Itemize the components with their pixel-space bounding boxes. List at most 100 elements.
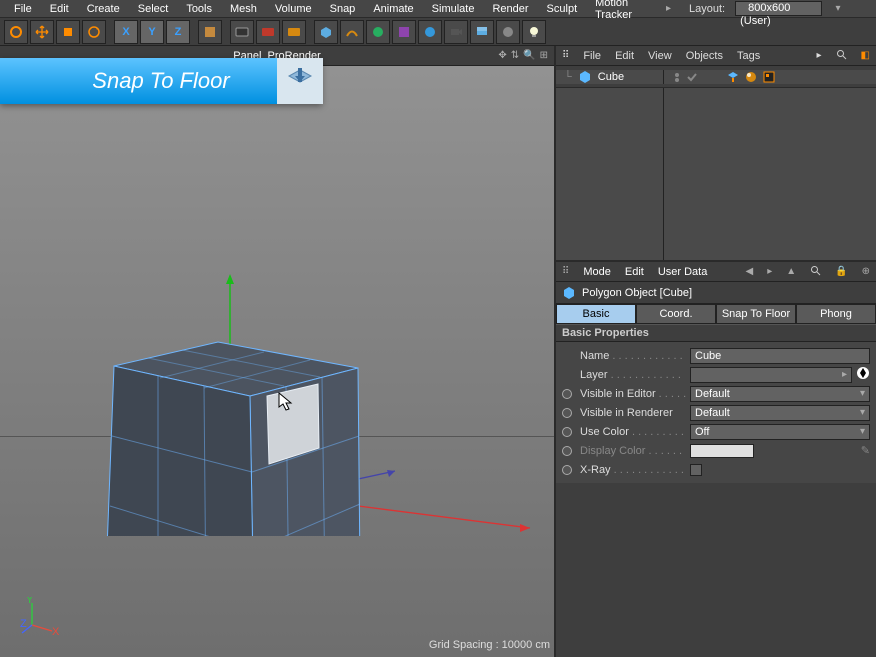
tab-coord[interactable]: Coord. <box>636 304 716 324</box>
attr-tabs: Basic Coord. Snap To Floor Phong <box>556 304 876 324</box>
tab-snap-to-floor[interactable]: Snap To Floor <box>716 304 796 324</box>
layout-dropdown-arrow-icon[interactable]: ▾ <box>830 2 846 16</box>
tool-move[interactable] <box>30 20 54 44</box>
prop-vis-editor-radio[interactable] <box>562 389 572 399</box>
menu-render[interactable]: Render <box>484 1 536 17</box>
cube-object[interactable] <box>60 196 400 536</box>
layout-expand-icon[interactable]: ▸ <box>658 1 679 16</box>
menu-volume[interactable]: Volume <box>267 1 320 17</box>
search-icon[interactable] <box>854 2 870 16</box>
attr-nav-fwd-icon[interactable]: ▸ <box>767 266 772 277</box>
layer-picker-icon[interactable] <box>856 366 870 383</box>
attr-search-icon[interactable] <box>810 265 821 279</box>
view-nav-icon-4[interactable]: ⊞ <box>540 50 548 61</box>
view-nav-icon-3[interactable]: 🔍 <box>523 50 535 61</box>
tool-spline[interactable] <box>340 20 364 44</box>
attr-menu-mode[interactable]: Mode <box>583 266 611 278</box>
phong-tag-icon[interactable] <box>744 70 758 84</box>
prop-vis-render-dropdown[interactable]: Default▾ <box>690 405 870 421</box>
attr-menu-edit[interactable]: Edit <box>625 266 644 278</box>
menu-create[interactable]: Create <box>79 1 128 17</box>
attr-lock-icon[interactable]: 🔒 <box>835 266 847 277</box>
menu-select[interactable]: Select <box>130 1 177 17</box>
prop-name-input[interactable] <box>690 348 870 364</box>
tool-axis-x[interactable]: X <box>114 20 138 44</box>
tab-phong[interactable]: Phong <box>796 304 876 324</box>
main-menubar: File Edit Create Select Tools Mesh Volum… <box>0 0 876 18</box>
tool-generator[interactable] <box>366 20 390 44</box>
menu-simulate[interactable]: Simulate <box>424 1 483 17</box>
obj-menu-file[interactable]: File <box>583 50 601 62</box>
object-manager: ⠿ File Edit View Objects Tags ▸ ◧ └ Cube <box>556 46 876 262</box>
tool-render-settings[interactable] <box>282 20 306 44</box>
object-tree-item-cube[interactable]: └ Cube <box>556 70 664 84</box>
tool-axis-y[interactable]: Y <box>140 20 164 44</box>
obj-filter-icon[interactable]: ◧ <box>861 50 870 61</box>
tool-rotate[interactable] <box>82 20 106 44</box>
prop-vis-render-radio[interactable] <box>562 408 572 418</box>
tooltip-label: Snap To Floor <box>92 68 229 94</box>
view-nav-icon-2[interactable]: ⇅ <box>511 50 519 61</box>
tool-axis-z[interactable]: Z <box>166 20 190 44</box>
menu-edit[interactable]: Edit <box>42 1 77 17</box>
obj-menu-edit[interactable]: Edit <box>615 50 634 62</box>
prop-vis-render-label: Visible in Renderer <box>580 407 686 419</box>
menu-mesh[interactable]: Mesh <box>222 1 265 17</box>
tool-render-region[interactable] <box>256 20 280 44</box>
attr-panel-grip-icon[interactable]: ⠿ <box>562 266 569 277</box>
menu-snap[interactable]: Snap <box>322 1 364 17</box>
polygon-object-icon <box>578 70 592 84</box>
attr-object-title: Polygon Object [Cube] <box>582 287 692 299</box>
3d-viewport[interactable]: Y X Z <box>0 66 554 657</box>
prop-xray-radio[interactable] <box>562 465 572 475</box>
prop-xray-label: X-Ray <box>580 464 686 476</box>
menu-file[interactable]: File <box>6 1 40 17</box>
attr-menu-userdata[interactable]: User Data <box>658 266 708 278</box>
tool-camera[interactable] <box>444 20 468 44</box>
obj-menu-view[interactable]: View <box>648 50 672 62</box>
tool-bulb[interactable] <box>522 20 546 44</box>
tool-environment[interactable] <box>418 20 442 44</box>
tool-coord-system[interactable] <box>198 20 222 44</box>
obj-menu-objects[interactable]: Objects <box>686 50 723 62</box>
attr-nav-back-icon[interactable]: ◀ <box>746 266 754 277</box>
prop-use-color-dropdown[interactable]: Off▾ <box>690 424 870 440</box>
section-basic-properties: Basic Properties <box>556 324 876 342</box>
menu-tools[interactable]: Tools <box>178 1 220 17</box>
tag-icon[interactable] <box>762 70 776 84</box>
prop-layer-dropdown[interactable]: ▸ <box>690 367 852 383</box>
attr-new-icon[interactable]: ⊕ <box>862 266 870 277</box>
layout-label: Layout: <box>681 1 733 17</box>
prop-vis-editor-dropdown[interactable]: Default▾ <box>690 386 870 402</box>
obj-search-icon[interactable] <box>836 49 847 63</box>
visibility-dot-icon[interactable] <box>672 72 682 82</box>
menu-sculpt[interactable]: Sculpt <box>539 1 586 17</box>
menu-motion-tracker[interactable]: Motion Tracker <box>587 0 654 23</box>
tool-live-select[interactable] <box>4 20 28 44</box>
prop-name-label: Name <box>580 350 686 362</box>
layout-dropdown[interactable]: 800x600 (User) <box>735 1 822 16</box>
tool-deformer[interactable] <box>392 20 416 44</box>
tool-light[interactable] <box>470 20 494 44</box>
prop-vis-editor-label: Visible in Editor <box>580 388 686 400</box>
attr-nav-up-icon[interactable]: ▲ <box>786 266 796 277</box>
obj-menu-tags[interactable]: Tags <box>737 50 760 62</box>
obj-panel-grip-icon[interactable]: ⠿ <box>562 50 569 61</box>
check-icon[interactable] <box>686 71 698 83</box>
tool-scale[interactable] <box>56 20 80 44</box>
axis-widget: Y X Z <box>20 597 60 637</box>
tool-primitive[interactable] <box>314 20 338 44</box>
snap-tag-icon[interactable] <box>726 70 740 84</box>
prop-xray-checkbox[interactable] <box>690 464 702 476</box>
attribute-manager: ⠿ Mode Edit User Data ◀ ▸ ▲ 🔒 ⊕ Polygon … <box>556 262 876 657</box>
tool-tag[interactable] <box>496 20 520 44</box>
obj-menu-more-icon[interactable]: ▸ <box>817 50 822 61</box>
object-tree-label: Cube <box>598 71 624 83</box>
view-nav-icon-1[interactable]: ✥ <box>498 50 506 61</box>
menu-animate[interactable]: Animate <box>365 1 421 17</box>
viewport-footer-grid: Grid Spacing : 10000 cm <box>429 639 550 651</box>
prop-use-color-radio[interactable] <box>562 427 572 437</box>
prop-display-color-radio <box>562 446 572 456</box>
tab-basic[interactable]: Basic <box>556 304 636 324</box>
tool-render[interactable] <box>230 20 254 44</box>
